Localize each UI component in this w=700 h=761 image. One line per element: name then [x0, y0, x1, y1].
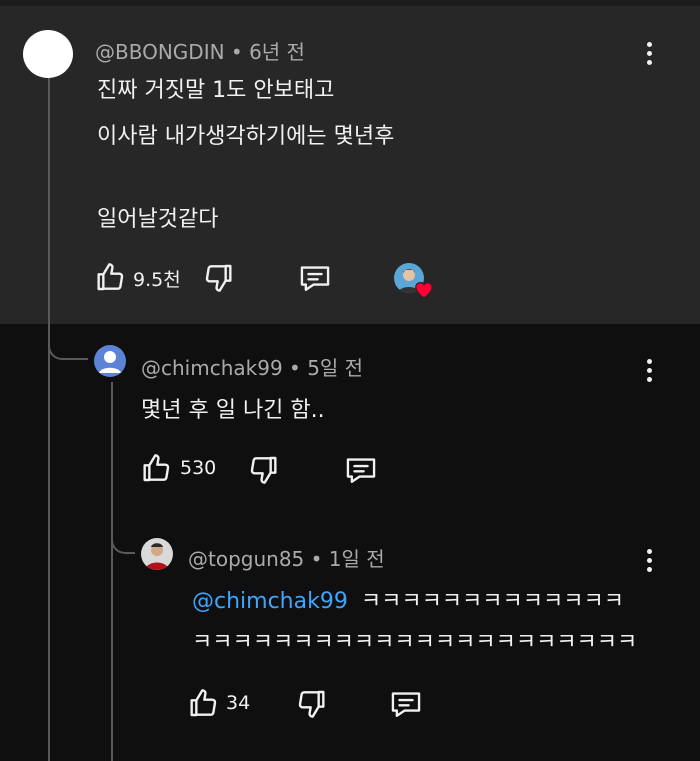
- meta-separator: •: [310, 547, 329, 571]
- comment-meta: @BBONGDIN • 6년 전: [95, 36, 305, 65]
- thumbs-up-icon[interactable]: [140, 452, 172, 484]
- comment-meta: @chimchak99 • 5일 전: [141, 352, 363, 381]
- like-count: 530: [180, 457, 217, 479]
- thumbs-down-icon[interactable]: [296, 688, 328, 720]
- like-count: 34: [226, 692, 251, 714]
- comment-text-line: 이사람 내가생각하기에는 몇년후: [97, 124, 395, 149]
- avatar[interactable]: [23, 30, 73, 78]
- reply-icon[interactable]: [298, 262, 332, 294]
- comment-text-line: 일어날것같다: [97, 207, 219, 232]
- creator-heart-icon: [415, 282, 433, 299]
- like-count: 9.5천: [133, 269, 181, 291]
- comment-time: 6년 전: [249, 40, 305, 64]
- comment-author[interactable]: @chimchak99: [141, 356, 283, 380]
- thumbs-down-icon[interactable]: [248, 454, 280, 486]
- avatar[interactable]: [94, 345, 126, 377]
- more-vert-icon[interactable]: [647, 359, 655, 386]
- thumbs-up-icon[interactable]: [187, 687, 219, 719]
- comment-author[interactable]: @topgun85: [188, 547, 304, 571]
- mention-link[interactable]: @chimchak99: [192, 589, 348, 614]
- thumbs-down-icon[interactable]: [203, 262, 235, 294]
- comment-text-line: @chimchak99 ㅋㅋㅋㅋㅋㅋㅋㅋㅋㅋㅋㅋㅋ: [192, 583, 624, 615]
- comment-meta: @topgun85 • 1일 전: [188, 543, 385, 572]
- more-vert-icon[interactable]: [647, 42, 655, 69]
- thumbs-up-icon[interactable]: [94, 261, 126, 293]
- meta-separator: •: [230, 40, 250, 64]
- thread-line-reply: [111, 382, 113, 761]
- comment-text-line: 몇년 후 일 나긴 함..: [141, 398, 325, 423]
- comment-text-line: ㅋㅋㅋㅋㅋㅋㅋㅋㅋㅋㅋㅋㅋㅋㅋㅋㅋㅋㅋㅋㅋㅋ: [192, 630, 638, 655]
- comment-text: ㅋㅋㅋㅋㅋㅋㅋㅋㅋㅋㅋㅋㅋ: [360, 589, 624, 614]
- user-photo: [145, 543, 169, 570]
- avatar[interactable]: [141, 538, 173, 570]
- comment-time: 1일 전: [328, 547, 385, 571]
- reply-icon[interactable]: [344, 454, 378, 486]
- comment-time: 5일 전: [307, 356, 364, 380]
- thread-elbow-reply: [48, 324, 88, 360]
- reply-icon[interactable]: [389, 688, 423, 720]
- comment-author[interactable]: @BBONGDIN: [95, 40, 225, 64]
- default-avatar-icon: [99, 351, 121, 373]
- comment-text-line: 진짜 거짓말 1도 안보태고: [97, 78, 335, 103]
- top-divider: [0, 0, 700, 6]
- thread-line-main: [48, 78, 50, 761]
- thread-elbow-nested-reply: [111, 520, 135, 554]
- more-vert-icon[interactable]: [647, 549, 655, 576]
- meta-separator: •: [289, 356, 308, 380]
